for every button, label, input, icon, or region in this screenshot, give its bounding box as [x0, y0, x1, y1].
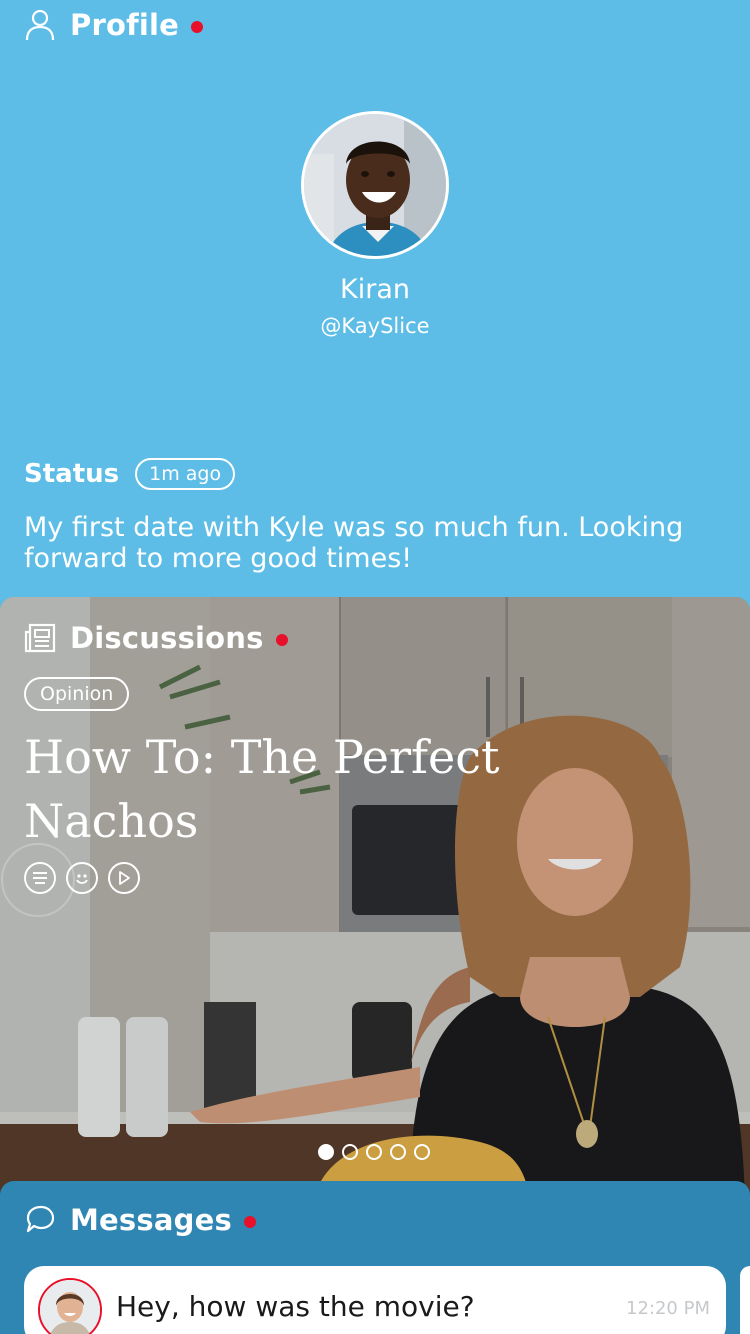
messages-header[interactable]: Messages [24, 1195, 256, 1245]
messages-section: Messages Hey, how was the movie? 12:20 P… [0, 1181, 750, 1334]
newspaper-icon [24, 622, 56, 654]
profile-title: Profile [70, 8, 180, 42]
message-preview: Hey, how was the movie? [116, 1290, 475, 1323]
profile-name: Kiran [340, 274, 410, 305]
message-list-item[interactable]: Hey, how was the movie? 12:20 PM [24, 1266, 726, 1334]
pager-dot[interactable] [366, 1144, 382, 1160]
message-time: 12:20 PM [626, 1298, 710, 1319]
list-icon[interactable] [24, 862, 56, 894]
notification-dot [275, 634, 288, 646]
profile-header[interactable]: Profile [24, 0, 204, 50]
article-actions [24, 862, 150, 894]
messages-title: Messages [70, 1203, 232, 1237]
notification-dot [243, 1216, 256, 1228]
status-row: Status 1m ago [24, 458, 236, 490]
pager-dot[interactable] [390, 1144, 406, 1160]
article-tag-badge[interactable]: Opinion [24, 677, 130, 711]
discussions-header[interactable]: Discussions [24, 613, 288, 663]
profile-avatar[interactable] [301, 111, 449, 259]
person-icon [24, 9, 56, 41]
status-text: My first date with Kyle was so much fun.… [24, 512, 684, 574]
profile-handle: @KaySlice [320, 314, 430, 338]
profile-section: Profile Kiran @KaySlice Status 1m ago My… [0, 0, 750, 600]
sender-avatar [38, 1278, 102, 1334]
next-message-card[interactable] [740, 1266, 750, 1334]
status-label: Status [24, 459, 120, 489]
article-title[interactable]: How To: The Perfect Nachos [24, 725, 544, 853]
play-icon[interactable] [108, 862, 140, 894]
pager-dot[interactable] [342, 1144, 358, 1160]
pager-dot[interactable] [414, 1144, 430, 1160]
smiley-icon[interactable] [66, 862, 98, 894]
notification-dot [191, 21, 204, 33]
status-time-badge: 1m ago [135, 458, 236, 490]
discussions-card[interactable]: Discussions Opinion How To: The Perfect … [0, 597, 750, 1197]
carousel-pager[interactable] [318, 1144, 438, 1160]
chat-bubble-icon [24, 1204, 56, 1236]
pager-dot[interactable] [318, 1144, 334, 1160]
discussions-title: Discussions [70, 621, 264, 655]
